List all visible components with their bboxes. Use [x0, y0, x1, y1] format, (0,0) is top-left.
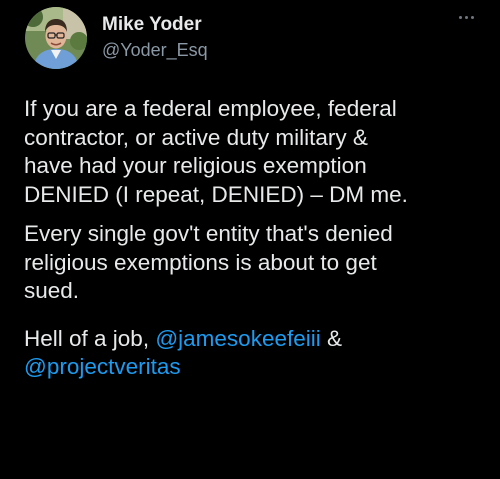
- text-line: religious exemptions is about to get: [24, 249, 377, 275]
- closing-joiner: &: [320, 325, 343, 351]
- text-line: Every single gov't entity that's denied: [24, 221, 393, 246]
- avatar[interactable]: [25, 7, 87, 69]
- tweet-text: If you are a federal employee, federal c…: [24, 95, 484, 393]
- text-line: DENIED (I repeat, DENIED) – DM me.: [24, 181, 408, 207]
- tweet-paragraph: Every single gov't entity that's denied …: [24, 220, 484, 306]
- text-line: sued.: [24, 278, 80, 303]
- closing-text: Hell of a job,: [24, 325, 156, 351]
- tweet-card: Mike Yoder @Yoder_Esq If you are a feder…: [0, 0, 500, 479]
- more-horizontal-icon[interactable]: [455, 12, 478, 23]
- text-line: @projectveritas: [24, 353, 484, 382]
- tweet-paragraph: If you are a federal employee, federal c…: [24, 95, 484, 209]
- author-handle[interactable]: @Yoder_Esq: [102, 40, 208, 61]
- tweet-paragraph: Hell of a job, @jamesokeefeiii & @projec…: [24, 325, 484, 382]
- text-line: contractor, or active duty military &: [24, 124, 368, 150]
- text-line: have had your religious exemption: [24, 153, 367, 178]
- text-line: Hell of a job, @jamesokeefeiii &: [24, 325, 484, 354]
- text-line: If you are a federal employee, federal: [24, 96, 397, 121]
- author-name[interactable]: Mike Yoder: [102, 14, 202, 36]
- mention-link-projectveritas[interactable]: @projectveritas: [24, 354, 181, 379]
- mention-link-jamesokeefeiii[interactable]: @jamesokeefeiii: [155, 326, 320, 351]
